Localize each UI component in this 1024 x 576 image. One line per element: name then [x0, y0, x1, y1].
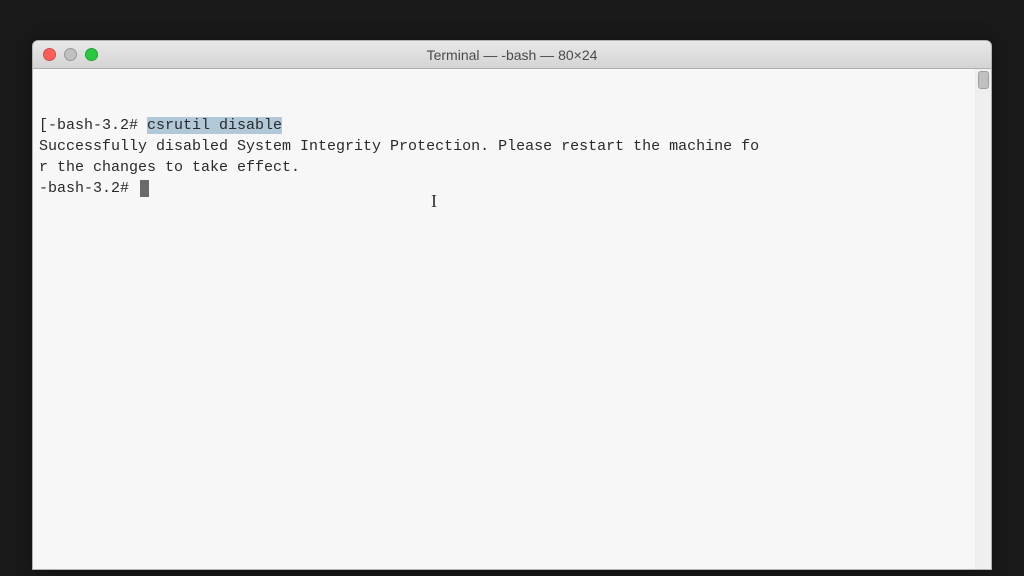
output-line-2: r the changes to take effect.	[39, 157, 985, 178]
scrollbar-thumb[interactable]	[978, 71, 989, 89]
command-text: csrutil disable	[147, 117, 282, 134]
zoom-button[interactable]	[85, 48, 98, 61]
terminal-content[interactable]: [-bash-3.2# csrutil disableSuccessfully …	[33, 69, 991, 569]
traffic-lights	[43, 48, 98, 61]
terminal-window: Terminal — -bash — 80×24 [-bash-3.2# csr…	[32, 40, 992, 570]
prompt-1: [-bash-3.2#	[39, 117, 147, 134]
close-button[interactable]	[43, 48, 56, 61]
scrollbar-track[interactable]	[975, 69, 991, 569]
titlebar[interactable]: Terminal — -bash — 80×24	[33, 41, 991, 69]
window-title: Terminal — -bash — 80×24	[33, 47, 991, 63]
prompt-line-1: [-bash-3.2# csrutil disable	[39, 115, 985, 136]
minimize-button[interactable]	[64, 48, 77, 61]
output-line-1: Successfully disabled System Integrity P…	[39, 136, 985, 157]
prompt-line-2: -bash-3.2#	[39, 178, 985, 199]
prompt-2: -bash-3.2#	[39, 180, 138, 197]
cursor-block	[140, 180, 149, 197]
